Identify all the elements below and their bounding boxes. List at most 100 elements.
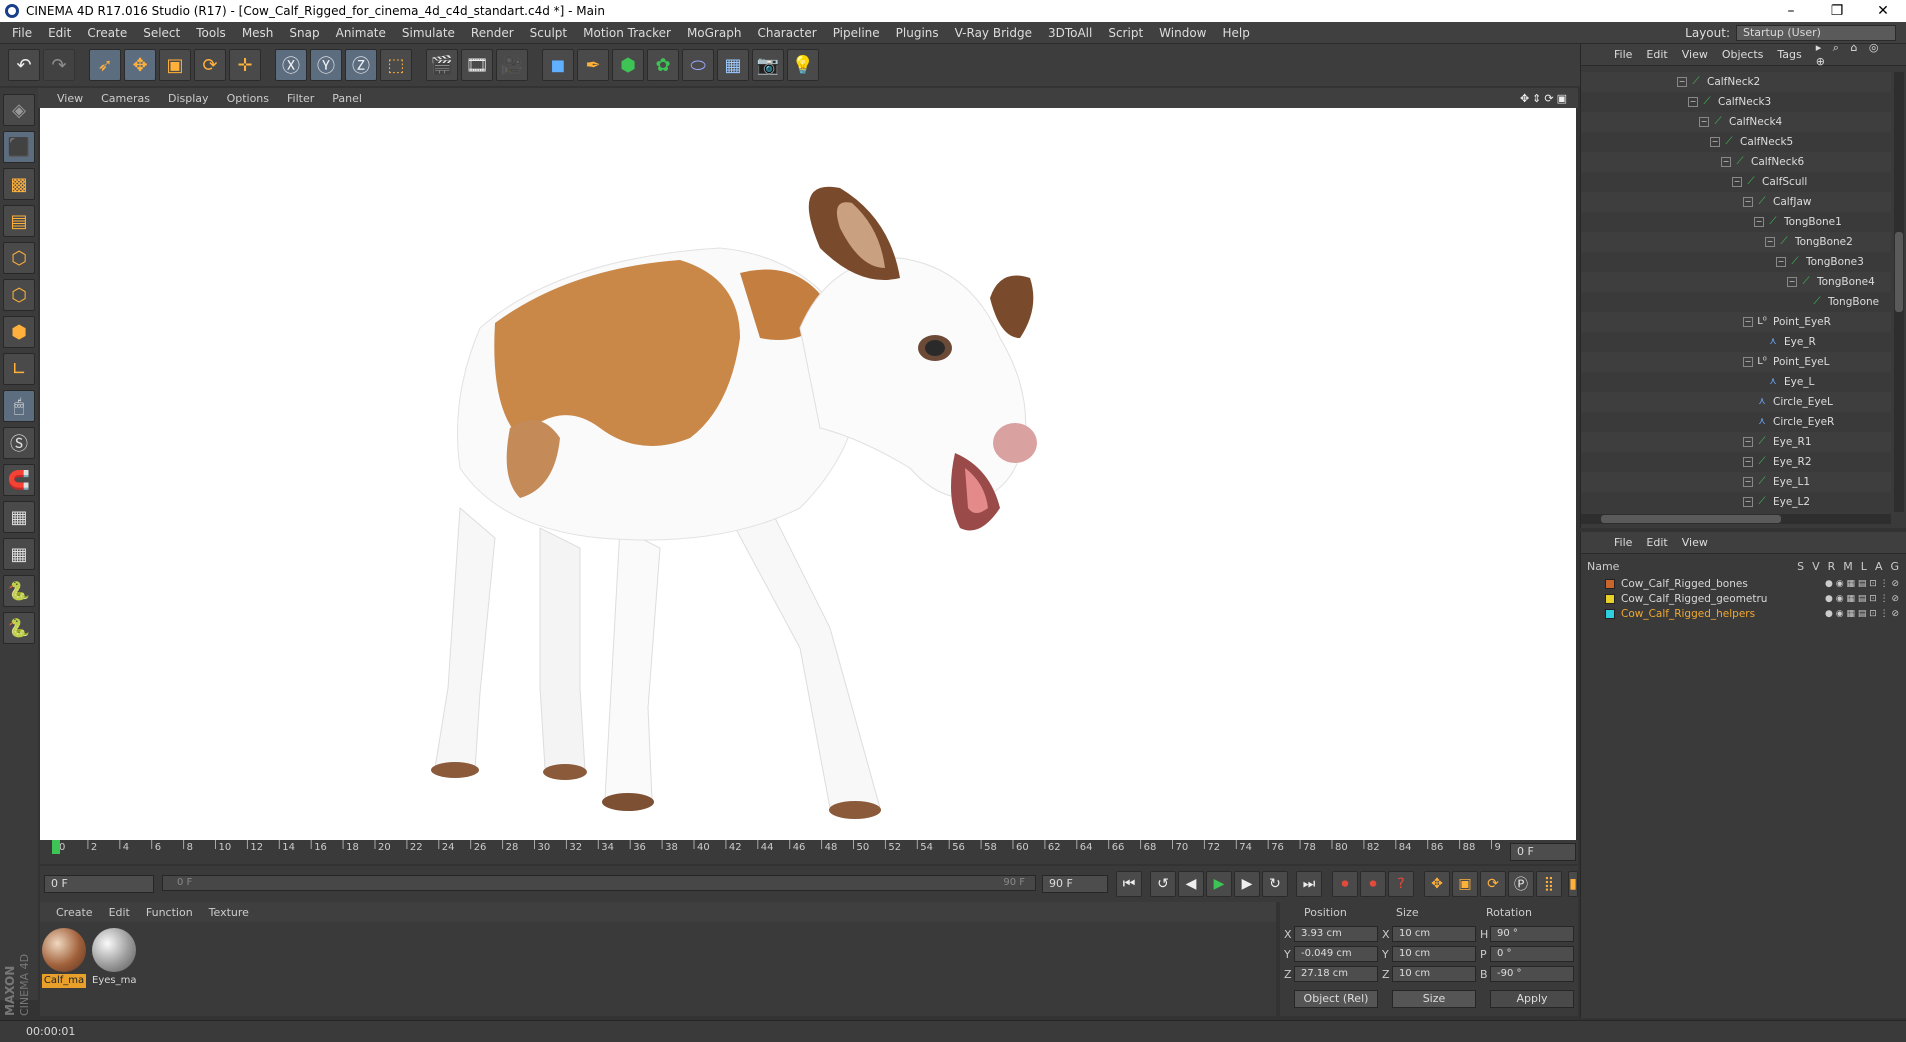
record-position-icon[interactable]: ✥ <box>1424 871 1450 897</box>
menu-help[interactable]: Help <box>1214 26 1257 40</box>
tree-expand-toggle-icon[interactable]: − <box>1743 317 1753 327</box>
object-tree-row[interactable]: − ⟋ CalfNeck5 <box>1581 132 1891 152</box>
menu-3dtoall[interactable]: 3DToAll <box>1040 26 1100 40</box>
object-tree-vertical-scrollbar[interactable] <box>1894 72 1904 512</box>
menu-animate[interactable]: Animate <box>328 26 394 40</box>
layer-color-swatch[interactable] <box>1605 578 1615 589</box>
restore-button[interactable]: ❐ <box>1814 0 1860 22</box>
object-tree-row[interactable]: −⋏Circle_EyeL <box>1581 392 1891 412</box>
viewport-navigation-icons[interactable]: ✥⇕⟳▣ <box>1511 92 1578 105</box>
start-frame-field[interactable]: 0 F <box>44 875 154 893</box>
object-tree-row[interactable]: − ⟋ CalfNeck4 <box>1581 112 1891 132</box>
object-tree-horizontal-scrollbar[interactable] <box>1581 514 1891 524</box>
object-menu-tags[interactable]: Tags <box>1770 48 1808 61</box>
menu-plugins[interactable]: Plugins <box>888 26 947 40</box>
tree-expand-toggle-icon[interactable]: − <box>1765 237 1775 247</box>
workplane-lock-icon[interactable]: ▦ <box>3 501 35 533</box>
menu-window[interactable]: Window <box>1151 26 1214 40</box>
edit-render-settings-icon[interactable]: 🎥 <box>496 49 528 81</box>
size-x-field[interactable]: 10 cm <box>1392 926 1476 942</box>
object-menu-edit[interactable]: Edit <box>1639 48 1674 61</box>
object-tree-row[interactable]: − ⟋ CalfNeck2 <box>1581 72 1891 92</box>
object-tree-row[interactable]: − L⁰ Point_EyeR <box>1581 312 1891 332</box>
record-active-objects-icon[interactable]: ⏺ <box>1332 871 1358 897</box>
solo-mode-icon[interactable]: Ⓢ <box>3 427 35 459</box>
rot-h-field[interactable]: 90 ° <box>1490 926 1574 942</box>
edges-mode-icon[interactable]: ⬡ <box>3 279 35 311</box>
object-tree-row[interactable]: − ⟋ Eye_R2 <box>1581 452 1891 472</box>
menu-edit[interactable]: Edit <box>40 26 79 40</box>
tree-expand-toggle-icon[interactable]: − <box>1743 497 1753 507</box>
tree-expand-toggle-icon[interactable]: − <box>1743 357 1753 367</box>
layer-flag-icons[interactable]: ● ◉ ▦ ▤ ⊡ ⋮ ⊘ <box>1825 594 1899 604</box>
viewport-menu-options[interactable]: Options <box>218 92 278 105</box>
menu-simulate[interactable]: Simulate <box>394 26 463 40</box>
current-frame-field[interactable]: 0 F <box>1510 843 1576 861</box>
next-frame-icon[interactable]: ▶ <box>1234 871 1260 897</box>
size-mode-dropdown[interactable]: Size <box>1392 990 1476 1008</box>
object-tree-row[interactable]: − ⟋ Eye_R1 <box>1581 432 1891 452</box>
object-tree-row[interactable]: − ⟋ Eye_L1 <box>1581 472 1891 492</box>
object-tree-row[interactable]: − ⟋ TongBone3 <box>1581 252 1891 272</box>
deformer-icon[interactable]: ⬭ <box>682 49 714 81</box>
scheme-icon[interactable]: ▮ <box>1568 871 1578 897</box>
record-rotation-icon[interactable]: ⟳ <box>1480 871 1506 897</box>
material-menu-texture[interactable]: Texture <box>201 906 257 919</box>
layer-menu-edit[interactable]: Edit <box>1639 536 1674 549</box>
perspective-viewport[interactable] <box>40 108 1576 840</box>
polygons-mode-icon[interactable]: ⬢ <box>3 316 35 348</box>
record-point-level-icon[interactable]: ⣿ <box>1536 871 1562 897</box>
layer-menu-file[interactable]: File <box>1607 536 1639 549</box>
viewport-menu-cameras[interactable]: Cameras <box>92 92 159 105</box>
pos-y-field[interactable]: -0.049 cm <box>1294 946 1378 962</box>
size-z-field[interactable]: 10 cm <box>1392 966 1476 982</box>
object-tree[interactable]: − ⟋ CalfNeck2− ⟋ CalfNeck3− ⟋ CalfNeck4− ⟋ CalfN… <box>1581 72 1891 510</box>
object-tree-row[interactable]: − L⁰ Point_EyeL <box>1581 352 1891 372</box>
tree-expand-toggle-icon[interactable]: − <box>1743 477 1753 487</box>
camera-icon[interactable]: 📷 <box>752 49 784 81</box>
close-button[interactable]: ✕ <box>1860 0 1906 22</box>
object-menu-file[interactable]: File <box>1607 48 1639 61</box>
material-menu-edit[interactable]: Edit <box>101 906 138 919</box>
scale-icon[interactable]: ▣ <box>159 49 191 81</box>
menu-mesh[interactable]: Mesh <box>234 26 282 40</box>
menu-select[interactable]: Select <box>135 26 188 40</box>
material-eyes[interactable]: Eyes_ma <box>92 928 136 988</box>
object-tree-row[interactable]: − ⟋ CalfNeck6 <box>1581 152 1891 172</box>
move-icon[interactable]: ✥ <box>124 49 156 81</box>
last-tool-icon[interactable]: ✛ <box>229 49 261 81</box>
material-menu-create[interactable]: Create <box>48 906 101 919</box>
tree-expand-toggle-icon[interactable]: − <box>1721 157 1731 167</box>
object-tree-row[interactable]: − ⟋ TongBone4 <box>1581 272 1891 292</box>
render-view-icon[interactable]: 🎬 <box>426 49 458 81</box>
menu-motion-tracker[interactable]: Motion Tracker <box>575 26 679 40</box>
render-picture-viewer-icon[interactable]: 🎞 <box>461 49 493 81</box>
snap-magnet-icon[interactable]: 🧲 <box>3 464 35 496</box>
tree-expand-toggle-icon[interactable]: − <box>1743 437 1753 447</box>
object-tree-row[interactable]: − ⟋ CalfNeck3 <box>1581 92 1891 112</box>
rot-p-field[interactable]: 0 ° <box>1490 946 1574 962</box>
layer-menu-view[interactable]: View <box>1675 536 1715 549</box>
object-menu-view[interactable]: View <box>1675 48 1715 61</box>
tree-expand-toggle-icon[interactable]: − <box>1776 257 1786 267</box>
tree-expand-toggle-icon[interactable]: − <box>1688 97 1698 107</box>
layout-dropdown[interactable]: Startup (User) <box>1736 24 1896 41</box>
python-script-2-icon[interactable]: 🐍 <box>3 612 35 644</box>
next-key-icon[interactable]: ↻ <box>1262 871 1288 897</box>
menu-snap[interactable]: Snap <box>281 26 327 40</box>
apply-button[interactable]: Apply <box>1490 990 1574 1008</box>
make-editable-icon[interactable]: ◈ <box>3 94 35 126</box>
keyframe-selection-icon[interactable]: ? <box>1388 871 1414 897</box>
tree-expand-toggle-icon[interactable]: − <box>1677 77 1687 87</box>
timeline-ruler[interactable]: 0 2 4 6 8 10 12 14 16 18 20 22 24 26 28 30 32 34 36 38 40 42 4… <box>40 840 1578 864</box>
record-parameter-icon[interactable]: Ⓟ <box>1508 871 1534 897</box>
z-axis-lock-icon[interactable]: Ⓩ <box>345 49 377 81</box>
object-tree-row[interactable]: −⋏Circle_EyeR <box>1581 412 1891 432</box>
menu-file[interactable]: File <box>4 26 40 40</box>
rotate-icon[interactable]: ⟳ <box>194 49 226 81</box>
object-tree-row[interactable]: − ⟋ CalfJaw <box>1581 192 1891 212</box>
tree-expand-toggle-icon[interactable]: − <box>1743 457 1753 467</box>
menu-tools[interactable]: Tools <box>188 26 234 40</box>
model-mode-icon[interactable]: ⬛ <box>3 131 35 163</box>
current-time-marker[interactable] <box>52 840 60 854</box>
